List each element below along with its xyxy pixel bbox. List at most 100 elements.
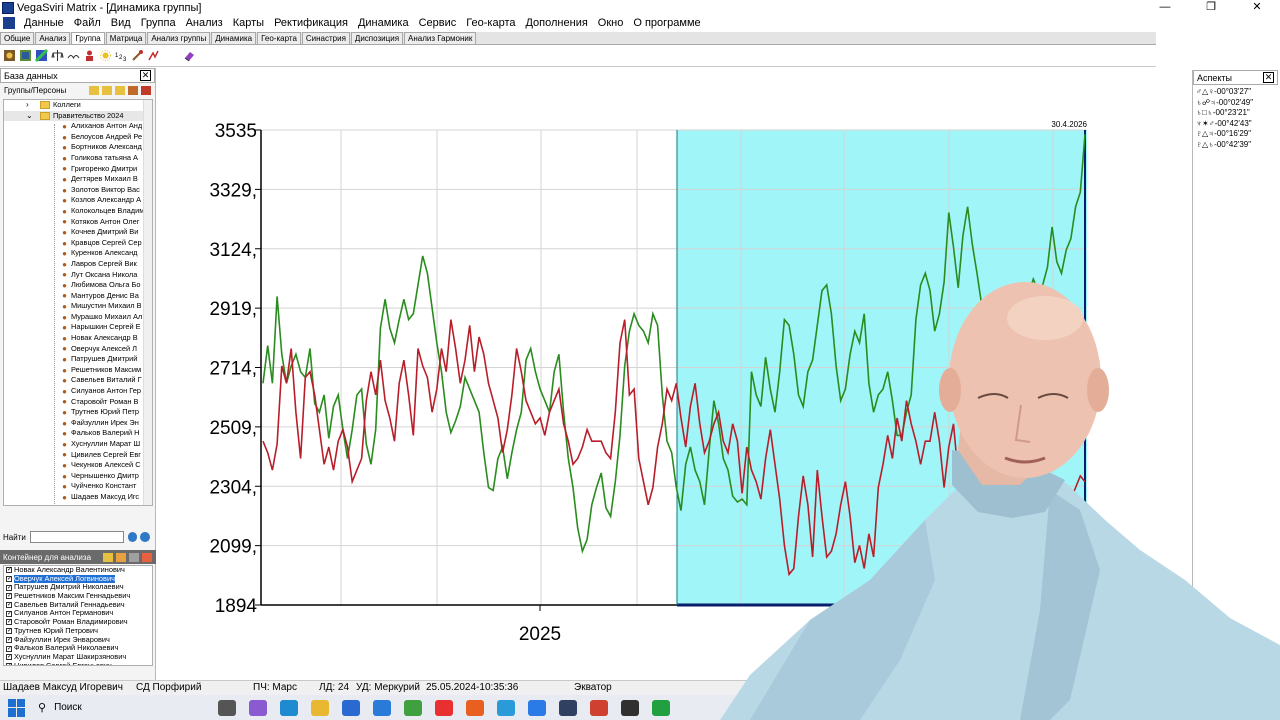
person-item[interactable]: ● Решетников Максим (4, 365, 152, 376)
menu-dynamics[interactable]: Динамика (353, 17, 414, 29)
container-checkbox[interactable]: ✓ (6, 602, 12, 609)
tab-group[interactable]: Группа (71, 32, 105, 44)
minimize-button[interactable]: — (1142, 0, 1188, 15)
person-item[interactable]: ● Файзуллин Ирек Эн (4, 418, 152, 429)
person-item[interactable]: ● Чекунков Алексей С (4, 460, 152, 471)
menu-analysis[interactable]: Анализ (181, 17, 228, 29)
person-item[interactable]: ● Куренков Александ (4, 248, 152, 259)
collapse-chevron-icon[interactable]: ⌄ (26, 111, 40, 122)
app-icon-generic[interactable] (559, 699, 577, 716)
aspect-item[interactable]: ♇△♄-00°42'39" (1196, 140, 1275, 151)
person-item[interactable]: ● Мурашко Михаил Ал (4, 312, 152, 323)
tool-balance-icon[interactable] (66, 49, 80, 63)
yandex-icon[interactable] (435, 699, 453, 716)
person-item[interactable]: ● Цивилев Сергей Евг (4, 450, 152, 461)
menu-geo-map[interactable]: Гео-карта (461, 17, 520, 29)
tool-eraser-icon[interactable] (182, 49, 196, 63)
person-item[interactable]: ● Новак Александр В (4, 333, 152, 344)
tab-matrix[interactable]: Матрица (105, 32, 147, 44)
person-item[interactable]: ● Чернышенко Дмитр (4, 471, 152, 482)
tree-scrollbar[interactable] (143, 100, 152, 505)
person-item[interactable]: ● Бортников Александ (4, 142, 152, 153)
tab-group-analysis[interactable]: Анализ группы (147, 32, 211, 44)
aspect-item[interactable]: ♇△♃-00°16'29" (1196, 129, 1275, 140)
container-checkbox[interactable]: ✓ (6, 645, 12, 652)
aspect-item[interactable]: ♄☍♃-00°02'49" (1196, 98, 1275, 109)
find-input[interactable] (29, 531, 124, 543)
tab-synastry[interactable]: Синастрия (301, 32, 350, 44)
person-item[interactable]: ● Лут Оксана Никола (4, 270, 152, 281)
person-item[interactable]: ● Савельев Виталий Г (4, 375, 152, 386)
menu-group[interactable]: Группа (136, 17, 181, 29)
chrome-icon[interactable] (590, 699, 608, 716)
person-item[interactable]: ● Григоренко Дмитри (4, 164, 152, 175)
find-down-icon[interactable] (127, 532, 138, 542)
close-panel-icon[interactable]: ✕ (140, 70, 151, 81)
container-checkbox[interactable]: ✓ (6, 654, 12, 661)
app-icon-dark[interactable] (621, 699, 639, 716)
tool-compare-icon[interactable] (146, 49, 160, 63)
person-item[interactable]: ● Силуанов Антон Гер (4, 386, 152, 397)
tab-disposition[interactable]: Диспозиция (350, 32, 404, 44)
tool-person-icon[interactable] (82, 49, 96, 63)
container-checkbox[interactable]: ✓ (6, 628, 12, 635)
close-aspects-icon[interactable]: ✕ (1263, 72, 1274, 83)
tool-scales-icon[interactable] (50, 49, 64, 63)
find-up-icon[interactable] (140, 532, 150, 542)
person-item[interactable]: ● Любимова Ольга Бо (4, 280, 152, 291)
person-item[interactable]: ● Лавров Сергей Вик (4, 259, 152, 270)
document-icon[interactable] (3, 17, 15, 29)
container-checkbox[interactable]: ✓ (6, 584, 12, 591)
person-item[interactable]: ● Золотов Виктор Вас (4, 185, 152, 196)
folder-government-2024[interactable]: ⌄ Правительство 2024 (4, 110, 152, 122)
add-person-icon[interactable] (128, 85, 138, 95)
person-item[interactable]: ● Трутнев Юрий Петр (4, 407, 152, 418)
container-checkbox[interactable]: ✓ (6, 610, 12, 617)
menu-extras[interactable]: Дополнения (520, 17, 592, 29)
close-button[interactable]: ✕ (1234, 0, 1280, 15)
person-item[interactable]: ● Кочнев Дмитрий Ви (4, 227, 152, 238)
explorer-icon[interactable] (311, 699, 329, 716)
task-view-icon[interactable] (218, 699, 236, 716)
brave-icon[interactable] (466, 699, 484, 716)
container-up-icon[interactable] (116, 552, 126, 562)
zoom-icon[interactable] (528, 699, 546, 716)
container-clear-icon[interactable] (129, 552, 139, 562)
folder-open-icon[interactable] (115, 85, 125, 95)
tab-geo-map[interactable]: Гео-карта (257, 32, 301, 44)
person-item[interactable]: ● Фальков Валерий Н (4, 428, 152, 439)
tab-analysis[interactable]: Анализ (35, 32, 71, 44)
folder-colleagues[interactable]: › Коллеги (4, 100, 152, 111)
edge-icon[interactable] (280, 699, 298, 716)
container-add-icon[interactable] (103, 552, 113, 562)
person-item[interactable]: ● Чуйченко Констант (4, 481, 152, 492)
menu-data[interactable]: Данные (19, 17, 69, 29)
tool-numbering-icon[interactable]: 123 (114, 49, 128, 63)
copilot-icon[interactable] (249, 699, 267, 716)
remove-person-icon[interactable] (141, 85, 151, 95)
add-folder-icon[interactable] (89, 85, 99, 95)
person-item[interactable]: ● Белоусов Андрей Ре (4, 132, 152, 143)
tool-chart-icon[interactable] (2, 49, 16, 63)
container-checkbox[interactable]: ✓ (6, 576, 12, 583)
person-item[interactable]: ● Мишустин Михаил В (4, 301, 152, 312)
mail-icon[interactable] (373, 699, 391, 716)
menu-rectification[interactable]: Ректификация (269, 17, 353, 29)
tab-harmonics[interactable]: Анализ Гармоник (404, 32, 477, 44)
start-menu-icon[interactable] (8, 698, 26, 717)
store-icon[interactable] (342, 699, 360, 716)
terminal-icon[interactable] (652, 699, 670, 716)
person-item[interactable]: ● Старовойт Роман В (4, 397, 152, 408)
edit-folder-icon[interactable] (102, 85, 112, 95)
aspect-item[interactable]: ♆✶♂-00°42'43" (1196, 119, 1275, 130)
person-item[interactable]: ● Нарышкин Сергей Е (4, 322, 152, 333)
tab-general[interactable]: Общие (0, 32, 35, 44)
person-item[interactable]: ● Шадаев Максуд Игс (4, 492, 152, 503)
person-item[interactable]: ● Козлов Александр А (4, 195, 152, 206)
person-item[interactable]: ● Котяков Антон Олег (4, 217, 152, 228)
container-remove-icon[interactable] (142, 552, 152, 562)
tool-brush-icon[interactable] (130, 49, 144, 63)
person-item[interactable]: ● Патрушев Дмитрий (4, 354, 152, 365)
container-checkbox[interactable]: ✓ (6, 662, 12, 665)
container-checkbox[interactable]: ✓ (6, 636, 12, 643)
